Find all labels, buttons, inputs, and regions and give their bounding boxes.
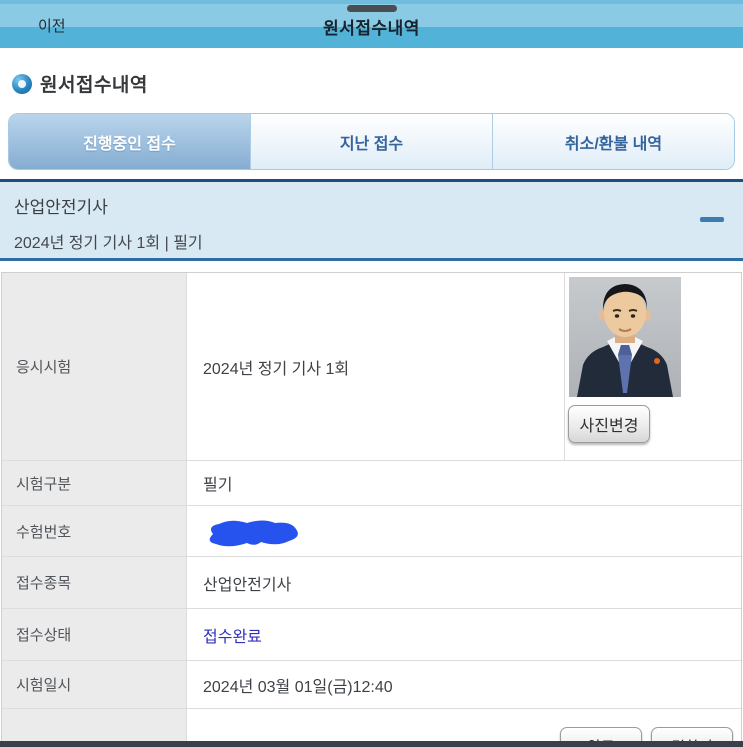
row-label: 시험구분 [2, 461, 187, 505]
photo-cell: 사진변경 [564, 273, 741, 460]
tab-cancel-refund-history[interactable]: 취소/환불 내역 [492, 114, 734, 169]
row-value: 2024년 정기 기사 1회 [203, 360, 350, 378]
row-label: 응시시험 [2, 273, 187, 460]
table-row: 시험구분 필기 [2, 461, 741, 506]
section-header: 원서접수내역 [12, 70, 148, 97]
row-label: 시험일시 [2, 661, 187, 708]
application-detail-table: 응시시험 2024년 정기 기사 1회 사진변경 시험구분 필기 수험번호 접수… [1, 272, 742, 747]
bottom-edge-bar [0, 741, 743, 747]
top-navigation-bar: 이전 원서접수내역 [0, 0, 743, 48]
table-row: 시험일시 2024년 03월 01일(금)12:40 [2, 661, 741, 709]
row-label: 접수종목 [2, 557, 187, 608]
id-photo-portrait [569, 277, 681, 397]
table-row: 응시시험 2024년 정기 기사 1회 사진변경 [2, 273, 741, 461]
tab-past-applications[interactable]: 지난 접수 [250, 114, 492, 169]
status-badge: 접수완료 [203, 628, 262, 646]
accordion-header-exam[interactable]: 산업안전기사 2024년 정기 기사 1회 | 필기 [0, 182, 743, 261]
photo-change-button[interactable]: 사진변경 [568, 405, 650, 443]
row-label: 수험번호 [2, 506, 187, 556]
drag-handle-pill [347, 5, 397, 12]
row-value: 2024년 03월 01일(금)12:40 [203, 678, 393, 696]
table-row: 접수종목 산업안전기사 [2, 557, 741, 609]
table-row: 수험번호 [2, 506, 741, 557]
row-value: 필기 [203, 477, 233, 494]
donut-bullet-icon [12, 73, 32, 94]
blue-scribble-redaction [209, 520, 298, 547]
page-title: 원서접수내역 [323, 19, 420, 38]
exam-session: 2024년 정기 기사 1회 | 필기 [14, 235, 203, 252]
tab-ongoing-applications[interactable]: 진행중인 접수 [9, 114, 250, 169]
row-value: 산업안전기사 [203, 576, 292, 594]
section-title: 원서접수내역 [40, 75, 148, 96]
tab-bar: 진행중인 접수 지난 접수 취소/환불 내역 [8, 113, 735, 170]
exam-name: 산업안전기사 [14, 198, 108, 217]
application-screen: 이전 원서접수내역 원서접수내역 진행중인 접수 지난 접수 취소/환불 내역 … [0, 0, 743, 747]
row-value-redacted [187, 506, 741, 556]
table-row: 접수상태 접수완료 [2, 609, 741, 661]
row-label: 접수상태 [2, 609, 187, 660]
collapse-minus-icon[interactable] [700, 217, 724, 222]
